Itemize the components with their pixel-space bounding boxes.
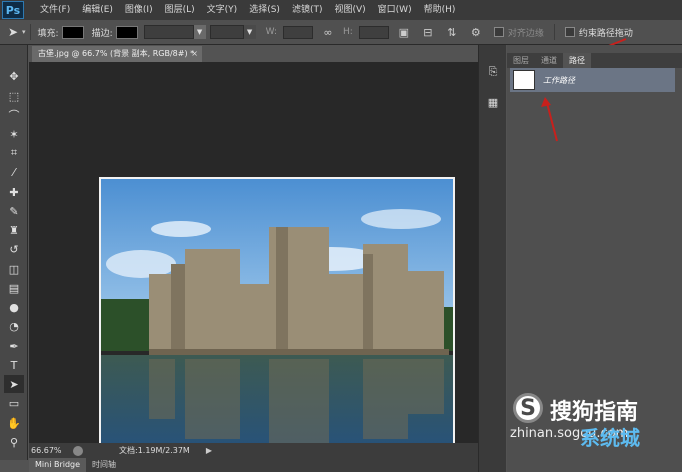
align-edges-checkbox[interactable] xyxy=(493,27,504,37)
eraser-tool-icon[interactable]: ◫ xyxy=(4,260,24,278)
red-arrow-annotation-path xyxy=(541,97,558,142)
menu-type[interactable]: 文字(Y) xyxy=(201,0,244,20)
sogou-logo-icon: S xyxy=(513,393,543,423)
fill-swatch[interactable] xyxy=(61,25,84,39)
marquee-tool-icon[interactable]: ⬚ xyxy=(4,87,24,105)
width-label: W: xyxy=(265,27,278,37)
crop-tool-icon[interactable]: ⌗ xyxy=(4,144,24,162)
document-info: 文档:1.19M/2.37M xyxy=(119,446,190,455)
path-selection-tool-icon[interactable]: ➤ xyxy=(4,375,24,393)
stroke-swatch[interactable] xyxy=(115,25,138,39)
type-tool-icon[interactable]: T xyxy=(4,356,24,374)
move-tool-icon[interactable]: ✥ xyxy=(4,67,24,85)
height-label: H: xyxy=(343,27,353,37)
canvas-area[interactable] xyxy=(29,62,478,451)
menu-edit[interactable]: 编辑(E) xyxy=(76,0,119,20)
path-name: 工作路径 xyxy=(543,75,575,85)
menu-window[interactable]: 窗口(W) xyxy=(372,0,418,20)
menu-items: 文件(F) 编辑(E) 图像(I) 图层(L) 文字(Y) 选择(S) 滤镜(T… xyxy=(34,0,461,20)
menu-image[interactable]: 图像(I) xyxy=(119,0,159,20)
bottom-panel-tabs: Mini Bridge 时间轴 xyxy=(29,458,478,472)
eyedropper-tool-icon[interactable]: ⁄ xyxy=(4,163,24,181)
settings-gear-icon[interactable]: ⚙ xyxy=(467,23,485,41)
menu-help[interactable]: 帮助(H) xyxy=(418,0,462,20)
magic-wand-tool-icon[interactable]: ✶ xyxy=(4,125,24,143)
tools-panel: ✥ ⬚ ⌒ ✶ ⌗ ⁄ ✚ ✎ ♜ ↺ ◫ ▤ ● ◔ ✒ T ➤ ▭ ✋ ⚲ xyxy=(0,45,28,460)
tab-mini-bridge[interactable]: Mini Bridge xyxy=(29,458,87,472)
height-field[interactable] xyxy=(358,25,389,39)
path-arrangement-icon[interactable]: ⇅ xyxy=(443,23,461,41)
panel-tabs: 图层 通道 路径 xyxy=(507,53,682,68)
close-icon[interactable]: × xyxy=(191,46,198,62)
link-icon[interactable]: ∞ xyxy=(319,23,337,41)
menu-view[interactable]: 视图(V) xyxy=(328,0,371,20)
dodge-tool-icon[interactable]: ◔ xyxy=(4,317,24,335)
width-field[interactable] xyxy=(283,25,314,39)
preset-dropdown-icon[interactable]: ▾ xyxy=(22,28,26,36)
castle-image xyxy=(101,179,453,449)
align-edges-label: 对齐边缘 xyxy=(507,28,544,39)
document-tab[interactable]: 古堡.jpg @ 66.7% (背景 副本, RGB/8#) * × xyxy=(32,46,202,62)
options-bar: ➤ ▾ 填充: 描边: ▼ ▼ W: ∞ H: ▣ ⊟ ⇅ ⚙ 对齐边缘 约束路… xyxy=(0,20,682,45)
properties-panel-icon[interactable]: ▦ xyxy=(484,93,502,111)
separator xyxy=(29,24,31,40)
menu-layer[interactable]: 图层(L) xyxy=(159,0,201,20)
document-title: 古堡.jpg @ 66.7% (背景 副本, RGB/8#) * xyxy=(38,49,195,58)
menu-select[interactable]: 选择(S) xyxy=(243,0,286,20)
stroke-label: 描边: xyxy=(91,28,113,39)
pen-tool-icon[interactable]: ✒ xyxy=(4,337,24,355)
path-operations-icon[interactable]: ▣ xyxy=(395,23,413,41)
path-item-work-path[interactable]: 工作路径 xyxy=(510,68,675,92)
menu-bar: Ps 文件(F) 编辑(E) 图像(I) 图层(L) 文字(Y) 选择(S) 滤… xyxy=(0,0,682,20)
menu-filter[interactable]: 滤镜(T) xyxy=(286,0,329,20)
chevron-down-icon[interactable]: ▼ xyxy=(193,25,206,39)
menu-file[interactable]: 文件(F) xyxy=(34,0,76,20)
tab-channels[interactable]: 通道 xyxy=(535,53,563,68)
watermark: S 搜狗指南 zhinan.sogou.com 系统城 xyxy=(510,388,682,472)
history-brush-tool-icon[interactable]: ↺ xyxy=(4,240,24,258)
status-bar: 66.67% 文档:1.19M/2.37M ▶ xyxy=(29,443,478,458)
tab-paths[interactable]: 路径 xyxy=(563,53,591,68)
history-panel-icon[interactable]: ⎘ xyxy=(484,63,502,81)
castle-photo[interactable] xyxy=(99,177,455,451)
lasso-tool-icon[interactable]: ⌒ xyxy=(4,106,24,124)
stroke-type-dropdown[interactable] xyxy=(209,25,244,39)
collapsed-panel-dock: ⎘ ▦ xyxy=(478,45,506,472)
clone-stamp-tool-icon[interactable]: ♜ xyxy=(4,221,24,239)
path-selection-tool-preset-icon[interactable]: ➤ xyxy=(4,23,22,41)
separator xyxy=(553,24,555,40)
chevron-down-icon[interactable]: ▼ xyxy=(243,25,256,39)
status-info-icon[interactable] xyxy=(73,445,83,456)
path-thumbnail xyxy=(513,70,535,90)
path-alignment-icon[interactable]: ⊟ xyxy=(419,23,437,41)
zoom-level[interactable]: 66.67% xyxy=(29,446,69,455)
watermark-site: 系统城 xyxy=(580,426,640,450)
constrain-path-checkbox[interactable] xyxy=(564,27,575,37)
stroke-width-dropdown[interactable] xyxy=(143,25,194,39)
chevron-right-icon[interactable]: ▶ xyxy=(206,446,212,455)
photoshop-logo: Ps xyxy=(2,1,24,19)
brush-tool-icon[interactable]: ✎ xyxy=(4,202,24,220)
tab-timeline[interactable]: 时间轴 xyxy=(86,458,122,472)
hand-tool-icon[interactable]: ✋ xyxy=(4,414,24,432)
tab-layers[interactable]: 图层 xyxy=(507,53,535,68)
fill-label: 填充: xyxy=(37,28,59,39)
zoom-tool-icon[interactable]: ⚲ xyxy=(4,433,24,451)
rectangle-tool-icon[interactable]: ▭ xyxy=(4,394,24,412)
healing-brush-tool-icon[interactable]: ✚ xyxy=(4,183,24,201)
gradient-tool-icon[interactable]: ▤ xyxy=(4,279,24,297)
blur-tool-icon[interactable]: ● xyxy=(4,298,24,316)
